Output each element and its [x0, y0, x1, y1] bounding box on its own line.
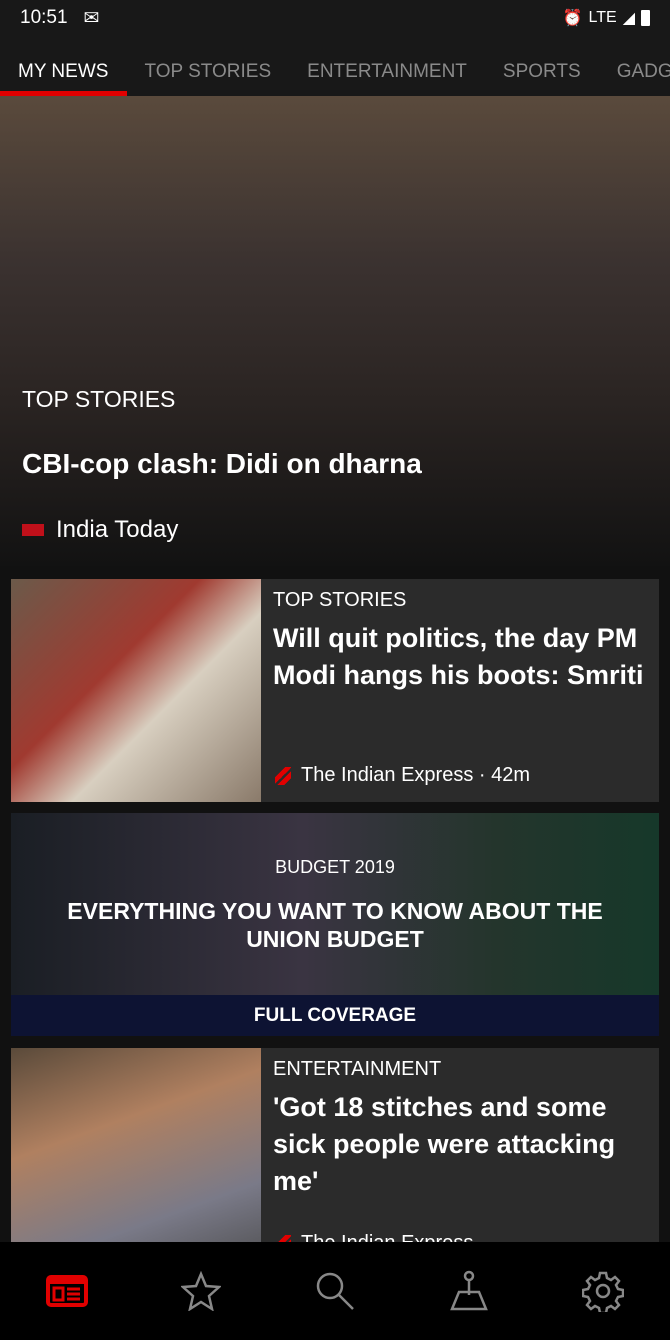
joystick-icon[interactable] — [439, 1261, 499, 1321]
story-card[interactable]: TOP STORIES Will quit politics, the day … — [11, 579, 659, 802]
story-source: The Indian Express · 42m — [275, 764, 530, 787]
clock: 10:51 — [20, 7, 68, 28]
budget-coverage-card[interactable]: BUDGET 2019 EVERYTHING YOU WANT TO KNOW … — [11, 813, 659, 1036]
story-category: ENTERTAINMENT — [273, 1058, 442, 1080]
story-source-name: The Indian Express · 42m — [301, 764, 530, 786]
battery-icon — [641, 10, 650, 26]
budget-category: BUDGET 2019 — [275, 857, 395, 877]
hero-title: CBI-cop clash: Didi on dharna — [22, 448, 422, 479]
tab-entertainment[interactable]: ENTERTAINMENT — [289, 36, 485, 96]
star-icon[interactable] — [171, 1261, 231, 1321]
india-today-logo — [22, 524, 44, 536]
story-title: Will quit politics, the day PM Modi hang… — [273, 623, 644, 690]
tab-top-stories[interactable]: TOP STORIES — [126, 36, 289, 96]
newspaper-icon[interactable] — [37, 1261, 97, 1321]
hero-source: India Today — [22, 516, 178, 544]
signal-icon: ◢ — [622, 10, 635, 27]
indian-express-logo — [275, 766, 291, 785]
tab-my-news[interactable]: MY NEWS — [0, 36, 128, 96]
gear-icon[interactable] — [573, 1261, 633, 1321]
alarm-icon: ⏰ — [562, 10, 583, 27]
mail-icon: ✉ — [83, 7, 100, 29]
category-tabs: MY NEWS TOP STORIES ENTERTAINMENT SPORTS… — [0, 36, 670, 96]
tab-sports[interactable]: SPORTS — [485, 36, 599, 96]
full-coverage-button[interactable]: FULL COVERAGE — [11, 995, 659, 1036]
tab-gadgets[interactable]: GADG — [599, 36, 670, 96]
story-category: TOP STORIES — [273, 589, 407, 611]
bottom-navigation — [0, 1242, 670, 1340]
story-title: 'Got 18 stitches and some sick people we… — [273, 1092, 616, 1196]
hero-story[interactable]: TOP STORIES CBI-cop clash: Didi on dharn… — [0, 96, 670, 566]
search-icon[interactable] — [305, 1261, 365, 1321]
hero-category: TOP STORIES — [22, 386, 176, 412]
network-label: LTE — [588, 9, 617, 26]
hero-source-name: India Today — [56, 516, 179, 543]
status-bar: 10:51 ✉ ⏰ LTE ◢ — [0, 0, 670, 36]
story-image — [11, 579, 261, 802]
budget-title: EVERYTHING YOU WANT TO KNOW ABOUT THE UN… — [67, 898, 603, 952]
